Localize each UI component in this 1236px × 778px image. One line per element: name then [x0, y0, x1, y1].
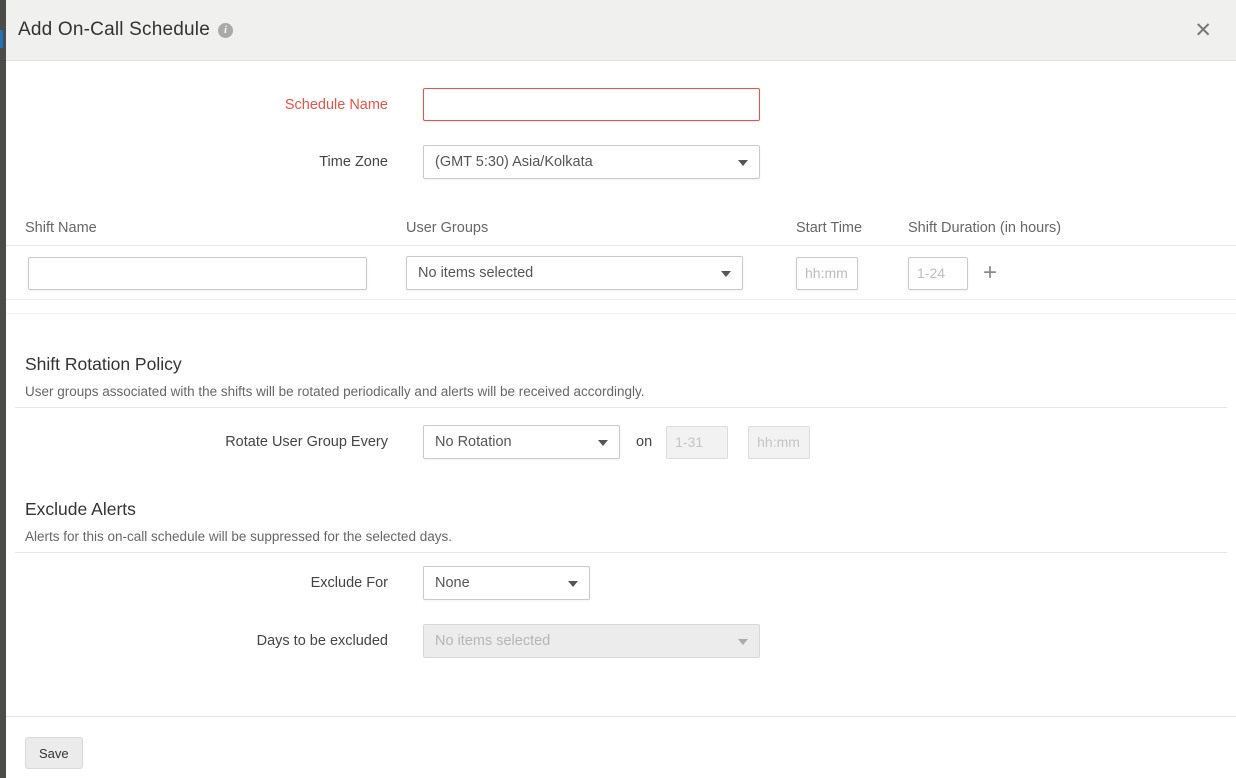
- column-header-start-time: Start Time: [796, 220, 908, 236]
- section-divider: [15, 552, 1227, 553]
- add-shift-button[interactable]: +: [983, 261, 997, 285]
- column-header-user-groups: User Groups: [406, 220, 796, 236]
- info-icon[interactable]: i: [218, 23, 233, 38]
- rotation-time-input: [748, 426, 810, 459]
- rotation-day-input: [666, 426, 728, 459]
- exclude-for-row: Exclude For None: [6, 566, 1236, 600]
- days-excluded-select: No items selected: [423, 624, 760, 658]
- rotation-section-heading: Shift Rotation Policy: [25, 354, 1236, 375]
- time-zone-row: Time Zone (GMT 5:30) Asia/Kolkata: [6, 145, 1236, 179]
- column-header-shift-duration: Shift Duration (in hours): [908, 220, 1236, 236]
- exclude-for-select[interactable]: None: [423, 566, 590, 600]
- footer-divider: [6, 716, 1236, 717]
- modal: Add On-Call Schedule i ✕ Schedule Name T…: [6, 0, 1236, 778]
- table-footer-spacer: [6, 300, 1236, 314]
- days-excluded-label: Days to be excluded: [6, 633, 388, 649]
- rotation-section-description: User groups associated with the shifts w…: [25, 384, 1236, 399]
- chevron-down-icon: [721, 271, 731, 277]
- user-groups-select[interactable]: No items selected: [406, 256, 743, 290]
- section-divider: [15, 407, 1227, 408]
- column-header-shift-name: Shift Name: [6, 220, 406, 236]
- on-label: on: [636, 434, 652, 450]
- shift-duration-input[interactable]: [908, 257, 968, 290]
- rotation-value: No Rotation: [435, 434, 512, 450]
- modal-header: Add On-Call Schedule i ✕: [6, 0, 1236, 61]
- page-title: Add On-Call Schedule: [18, 19, 210, 41]
- chevron-down-icon: [738, 639, 748, 645]
- sidebar-accent-mark: [0, 30, 3, 48]
- shift-table-row: No items selected +: [6, 246, 1236, 300]
- exclude-for-label: Exclude For: [6, 575, 388, 591]
- start-time-input[interactable]: [796, 257, 858, 290]
- save-button[interactable]: Save: [25, 737, 83, 769]
- schedule-name-input[interactable]: [423, 88, 760, 121]
- schedule-name-label: Schedule Name: [6, 97, 388, 113]
- close-icon[interactable]: ✕: [1190, 18, 1216, 43]
- chevron-down-icon: [568, 581, 578, 587]
- time-zone-select[interactable]: (GMT 5:30) Asia/Kolkata: [423, 145, 760, 179]
- days-excluded-row: Days to be excluded No items selected: [6, 624, 1236, 658]
- chevron-down-icon: [598, 440, 608, 446]
- time-zone-label: Time Zone: [6, 154, 388, 170]
- time-zone-value: (GMT 5:30) Asia/Kolkata: [435, 154, 593, 170]
- user-groups-value: No items selected: [418, 265, 533, 281]
- shift-table-header: Shift Name User Groups Start Time Shift …: [6, 220, 1236, 246]
- rotation-select[interactable]: No Rotation: [423, 425, 620, 459]
- exclude-section-heading: Exclude Alerts: [25, 499, 1236, 520]
- rotate-row: Rotate User Group Every No Rotation on: [6, 425, 1236, 459]
- chevron-down-icon: [738, 160, 748, 166]
- background-sidebar-edge: [0, 0, 6, 778]
- exclude-section-description: Alerts for this on-call schedule will be…: [25, 529, 1236, 544]
- rotate-label: Rotate User Group Every: [6, 434, 388, 450]
- shift-name-input[interactable]: [28, 257, 367, 290]
- days-excluded-value: No items selected: [435, 633, 550, 649]
- schedule-name-row: Schedule Name: [6, 88, 1236, 121]
- add-oncall-schedule-dialog: Add On-Call Schedule i ✕ Schedule Name T…: [0, 0, 1236, 778]
- exclude-for-value: None: [435, 575, 470, 591]
